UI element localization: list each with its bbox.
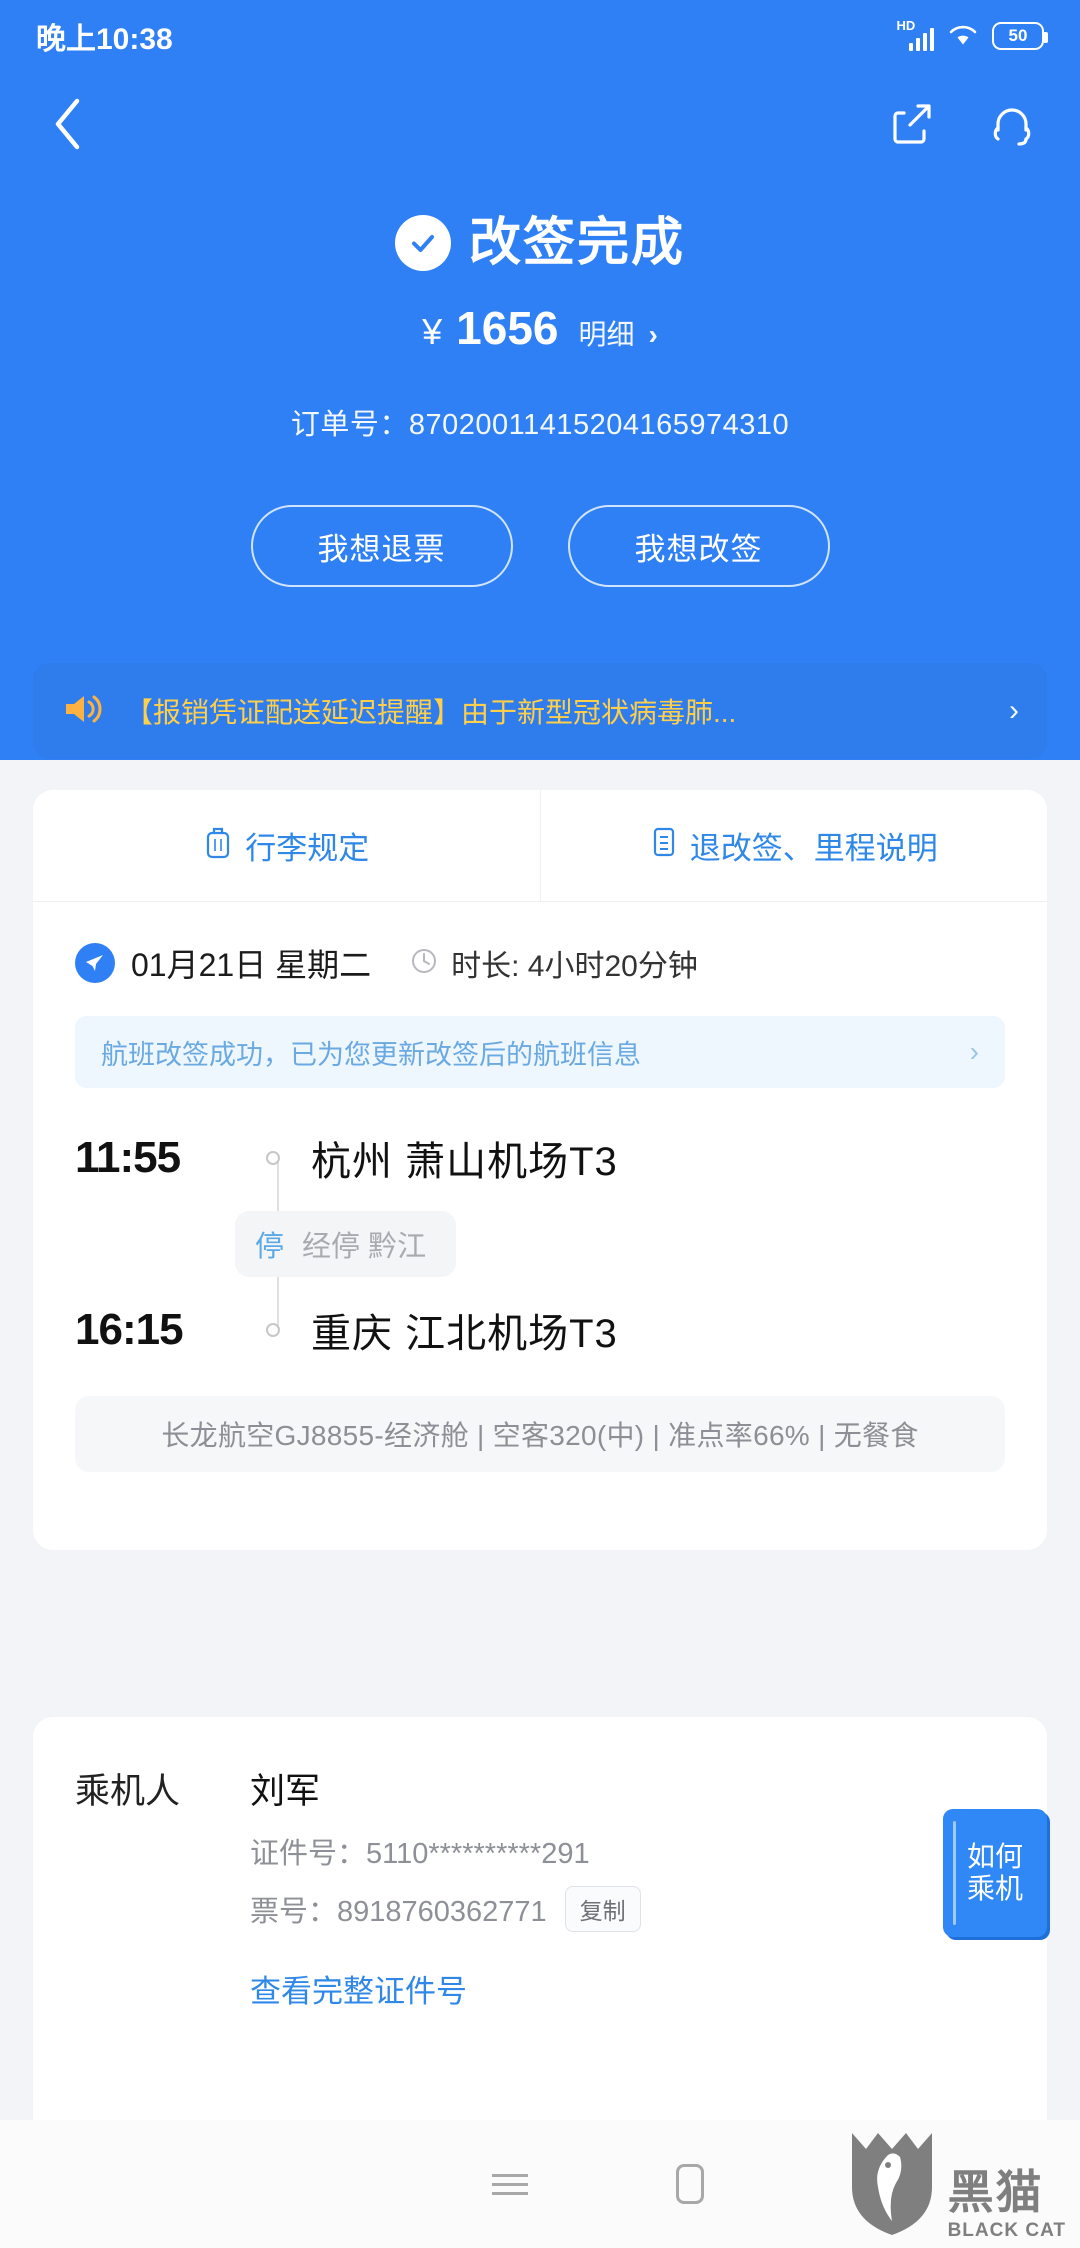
flight-details: 01月21日 星期二 时长: 4小时20分钟 航班改签成功，已为您更新改签后的航… — [33, 902, 1047, 1498]
price-amount: 1656 — [456, 302, 559, 354]
notice-text: 【报销凭证配送延迟提醒】由于新型冠状病毒肺... — [125, 697, 737, 728]
nav-bar — [0, 80, 1080, 168]
tab-luggage-rules[interactable]: 行李规定 — [33, 790, 540, 901]
status-title-row: 改签完成 — [0, 215, 1080, 271]
arrival-row: 16:15 重庆 江北机场T3 — [75, 1282, 1005, 1378]
duration-wrap: 时长: 4小时20分钟 — [409, 941, 698, 985]
view-full-id-link[interactable]: 查看完整证件号 — [250, 1966, 1005, 2011]
rebook-tip-chevron-icon[interactable]: › — [970, 1036, 979, 1068]
action-buttons: 我想退票 我想改签 — [0, 505, 1080, 587]
rebook-tip-text: 航班改签成功，已为您更新改签后的航班信息 — [101, 1039, 641, 1070]
home-square-icon — [676, 2164, 704, 2204]
passenger-id-value: 证件号：5110**********291 — [250, 1838, 590, 1870]
passenger-details: 证件号：5110**********291 票号：8918760362771 复… — [250, 1830, 1005, 1932]
flight-date: 01月21日 星期二 — [131, 947, 372, 983]
ticket-number-value: 票号：8918760362771 — [250, 1896, 547, 1928]
departure-airport: 杭州 萧山机场T3 — [311, 1140, 618, 1184]
battery-icon: 50 — [992, 22, 1048, 50]
stopover-row: 停 经停 黔江 — [235, 1206, 1005, 1282]
copy-ticket-button[interactable]: 复制 — [564, 1886, 641, 1932]
watermark-en: BLACK CAT — [947, 2220, 1066, 2241]
price-detail-label[interactable]: 明细 — [579, 313, 635, 353]
back-chevron-icon[interactable] — [42, 98, 94, 150]
notice-banner[interactable]: 【报销凭证配送延迟提醒】由于新型冠状病毒肺... › — [33, 663, 1047, 759]
flight-timeline: 11:55 杭州 萧山机场T3 停 经停 黔江 16:15 重庆 江北机场T3 — [33, 1110, 1047, 1378]
tab-luggage-label: 行李规定 — [245, 831, 370, 866]
flight-meta-info: 长龙航空GJ8855-经济舱 | 空客320(中) | 准点率66% | 无餐食 — [75, 1396, 1005, 1472]
flight-date-row: 01月21日 星期二 时长: 4小时20分钟 — [33, 902, 1047, 986]
luggage-icon — [203, 825, 233, 867]
how-to-board-line2: 乘机 — [966, 1873, 1023, 1904]
check-circle-icon — [394, 215, 451, 271]
plane-icon — [75, 943, 115, 983]
passenger-label: 乘机人 — [75, 1772, 181, 1811]
arrival-dot — [235, 1323, 311, 1337]
flight-duration: 时长: 4小时20分钟 — [451, 950, 698, 983]
wifi-icon — [948, 24, 978, 48]
hd-signal-icon: HD — [896, 18, 934, 51]
order-number-row: 订单号：87020011415204165974310 — [0, 401, 1080, 443]
document-icon — [650, 825, 678, 867]
hero-section: 改签完成 ¥ 1656 明细 › 订单号：8702001141520416597… — [0, 215, 1080, 443]
notice-chevron-icon[interactable]: › — [1009, 694, 1019, 728]
stopover-badge: 停 — [255, 1231, 285, 1263]
price-row[interactable]: ¥ 1656 明细 › — [0, 301, 1080, 355]
departure-dot — [235, 1151, 311, 1165]
stopover-text: 经停 黔江 — [302, 1231, 427, 1263]
status-time: 晚上10:38 — [36, 23, 173, 56]
headset-icon[interactable] — [986, 98, 1038, 150]
nav-actions — [886, 98, 1038, 150]
arrival-time: 16:15 — [75, 1305, 184, 1354]
status-icons: HD 50 — [896, 18, 1048, 51]
status-bar: 晚上10:38 HD 50 — [0, 0, 1080, 72]
order-number-label: 订单号： — [290, 409, 409, 441]
card-tabs: 行李规定 退改签、里程说明 — [33, 790, 1047, 902]
passenger-id-line: 证件号：5110**********291 — [250, 1830, 1005, 1872]
watermark-cn: 黑猫 — [947, 2166, 1044, 2218]
passenger-card: 乘机人 刘军 证件号：5110**********291 票号：89187603… — [33, 1717, 1047, 2137]
share-icon[interactable] — [886, 98, 938, 150]
passenger-name: 刘军 — [250, 1772, 321, 1811]
currency-symbol: ¥ — [422, 311, 443, 352]
watermark-text: 黑猫 BLACK CAT — [948, 2169, 1066, 2242]
departure-time: 11:55 — [75, 1133, 181, 1182]
passenger-name-row: 乘机人 刘军 — [75, 1763, 1005, 1814]
arrival-airport: 重庆 江北机场T3 — [311, 1312, 618, 1356]
clock-icon — [409, 946, 439, 981]
system-home-button[interactable] — [600, 2164, 780, 2204]
app-screen: 晚上10:38 HD 50 改签完成 ¥ 1656 明细 › 订单号：87020… — [0, 0, 1080, 2248]
passenger-inner: 乘机人 刘军 证件号：5110**********291 票号：89187603… — [33, 1717, 1047, 2011]
tab-refund-rules[interactable]: 退改签、里程说明 — [539, 790, 1048, 901]
system-menu-button[interactable] — [420, 2168, 600, 2201]
refund-button[interactable]: 我想退票 — [250, 505, 513, 587]
battery-level: 50 — [1008, 26, 1028, 45]
passenger-ticket-line: 票号：8918760362771 复制 — [250, 1886, 1005, 1932]
tab-refund-label: 退改签、里程说明 — [689, 831, 938, 866]
page-title: 改签完成 — [468, 214, 685, 272]
watermark: 黑猫 BLACK CAT — [844, 2125, 1066, 2242]
price-detail-chevron-icon[interactable]: › — [649, 319, 658, 351]
speaker-icon — [61, 689, 105, 734]
stopover-chip: 停 经停 黔江 — [235, 1211, 457, 1277]
departure-row: 11:55 杭州 萧山机场T3 — [75, 1110, 1005, 1206]
black-cat-logo-icon — [844, 2125, 940, 2242]
how-to-board-line1: 如何 — [966, 1840, 1023, 1872]
how-to-board-button[interactable]: 如何 乘机 — [943, 1809, 1047, 1937]
order-number-value: 87020011415204165974310 — [408, 409, 790, 441]
hamburger-icon — [492, 2168, 528, 2201]
rebook-button[interactable]: 我想改签 — [567, 505, 830, 587]
rebook-success-tip[interactable]: 航班改签成功，已为您更新改签后的航班信息 › — [75, 1016, 1005, 1088]
hd-label: HD — [896, 18, 916, 33]
